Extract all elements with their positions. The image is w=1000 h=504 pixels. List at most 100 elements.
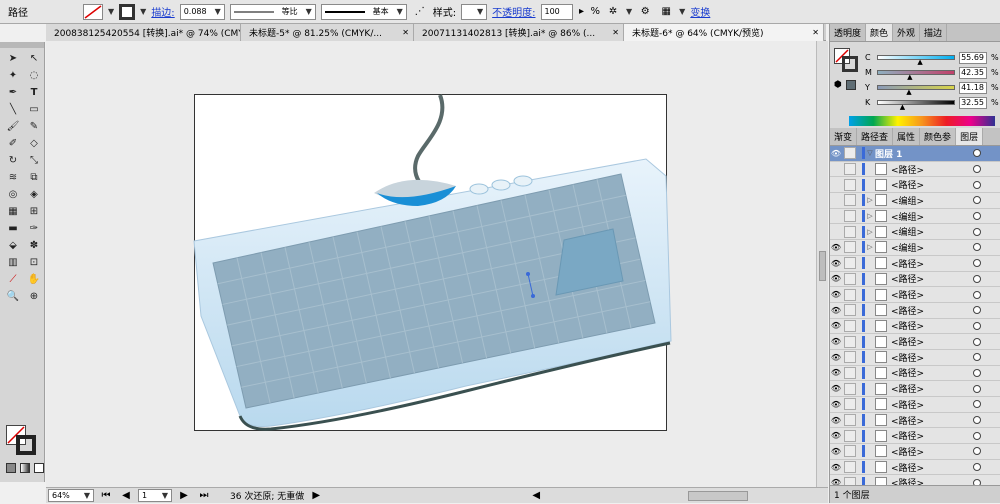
layer-row[interactable]: 👁 <路径>: [830, 381, 1000, 397]
blob-brush-tool-icon[interactable]: ✐: [4, 136, 22, 151]
slider-handle[interactable]: ▲: [917, 59, 922, 66]
lock-toggle[interactable]: [844, 288, 856, 301]
target-icon[interactable]: [973, 431, 981, 440]
layer-row[interactable]: 👁 <路径>: [830, 255, 1000, 272]
stroke-link[interactable]: 描边:: [151, 4, 174, 19]
canvas-area[interactable]: [46, 41, 816, 487]
lock-toggle[interactable]: [844, 210, 856, 223]
pencil-tool-icon[interactable]: ✎: [25, 119, 43, 134]
prev-page-icon[interactable]: ◀: [118, 488, 134, 504]
target-icon[interactable]: [973, 259, 981, 268]
eye-icon[interactable]: 👁: [830, 290, 842, 299]
recolor-icon[interactable]: ✲: [605, 4, 621, 20]
eye-icon[interactable]: 👁: [830, 416, 842, 425]
zoom-tool-icon[interactable]: 🔍: [4, 289, 22, 304]
gradient-mode-icon[interactable]: [20, 463, 30, 473]
column-graph-tool-icon[interactable]: ▥: [4, 255, 22, 270]
align-icon[interactable]: ▦: [658, 4, 674, 20]
target-icon[interactable]: [973, 243, 981, 252]
eye-icon[interactable]: 👁: [830, 353, 842, 362]
status-menu-icon[interactable]: ▶: [308, 488, 324, 504]
scale-tool-icon[interactable]: ⤡: [25, 153, 43, 168]
target-icon[interactable]: [973, 196, 981, 205]
transform-link[interactable]: 变换: [690, 4, 710, 19]
target-icon[interactable]: [973, 149, 981, 158]
mesh-tool-icon[interactable]: ⊞: [25, 204, 43, 219]
channel-value-field[interactable]: 41.18: [959, 81, 987, 94]
channel-slider[interactable]: ▲: [877, 55, 955, 66]
opacity-link[interactable]: 不透明度:: [492, 4, 535, 19]
eye-icon[interactable]: 👁: [830, 368, 842, 377]
lock-toggle[interactable]: [844, 319, 856, 332]
channel-value-field[interactable]: 42.35: [959, 66, 987, 79]
page-field[interactable]: 1 ▼: [138, 489, 172, 502]
next-page-icon[interactable]: ▶: [176, 488, 192, 504]
tab-gradient[interactable]: 渐变: [830, 128, 858, 145]
tab-stroke[interactable]: 描边: [920, 24, 948, 41]
expand-icon[interactable]: ▽: [865, 149, 875, 157]
zoom-field[interactable]: 64% ▼: [48, 489, 94, 502]
slice-tool-icon[interactable]: ⟋: [4, 272, 22, 287]
lock-toggle[interactable]: [844, 351, 856, 364]
fill-dropdown-icon[interactable]: ▼: [108, 7, 114, 16]
brush-options-icon[interactable]: ⋰: [412, 4, 428, 20]
lock-toggle[interactable]: [844, 398, 856, 411]
slider-handle[interactable]: ▲: [907, 74, 912, 81]
layer-row[interactable]: <路径>: [830, 177, 1000, 194]
layer-row[interactable]: 👁 <路径>: [830, 365, 1000, 382]
target-icon[interactable]: [973, 274, 981, 283]
layer-row[interactable]: ▷ <编组>: [830, 224, 1000, 241]
style-select[interactable]: ▼: [461, 3, 488, 20]
layer-row[interactable]: 👁 <路径>: [830, 287, 1000, 303]
first-page-icon[interactable]: ⏮: [98, 488, 114, 504]
gradient-tool-icon[interactable]: ▬: [4, 221, 22, 236]
layer-row[interactable]: 👁 <路径>: [830, 428, 1000, 445]
target-icon[interactable]: [973, 368, 981, 377]
layer-row[interactable]: 👁 <路径>: [830, 271, 1000, 288]
target-icon[interactable]: [973, 290, 981, 299]
color-mode-icon[interactable]: [6, 463, 16, 473]
target-icon[interactable]: [973, 384, 981, 393]
eyedropper-tool-icon[interactable]: ✑: [25, 221, 43, 236]
document-tab-active[interactable]: 未标题-6* @ 64% (CMYK/预览) ✕: [624, 24, 824, 41]
document-tab[interactable]: 未标题-5* @ 81.25% (CMYK/... ✕: [241, 24, 414, 41]
target-icon[interactable]: [973, 227, 981, 236]
expand-icon[interactable]: ▷: [865, 228, 875, 236]
target-icon[interactable]: [973, 447, 981, 456]
gear-icon[interactable]: ⚙: [637, 4, 653, 20]
target-icon[interactable]: [973, 212, 981, 221]
channel-value-field[interactable]: 32.55: [959, 96, 987, 109]
tab-transparency[interactable]: 透明度: [830, 24, 867, 41]
opacity-field[interactable]: 100: [540, 3, 573, 20]
lock-toggle[interactable]: [844, 445, 856, 458]
channel-slider[interactable]: ▲: [877, 100, 955, 111]
profile-select[interactable]: 等比 ▼: [229, 3, 316, 20]
target-icon[interactable]: [973, 463, 981, 472]
channel-slider[interactable]: ▲: [877, 70, 955, 81]
target-icon[interactable]: [973, 165, 981, 174]
horizontal-scrollbar[interactable]: [688, 490, 749, 501]
layer-row[interactable]: 👁 <路径>: [830, 459, 1000, 476]
lock-toggle[interactable]: [844, 382, 856, 395]
pen-tool-icon[interactable]: ✒: [4, 85, 22, 100]
fill-swatch[interactable]: [83, 3, 103, 20]
crosshair-icon[interactable]: ⊕: [25, 289, 43, 304]
channel-slider[interactable]: ▲: [877, 85, 955, 96]
tab-color-guide[interactable]: 颜色参: [920, 128, 957, 145]
live-paint-tool-icon[interactable]: ◈: [25, 187, 43, 202]
stroke-swatch[interactable]: [119, 3, 136, 20]
scroll-thumb[interactable]: [819, 251, 826, 281]
target-icon[interactable]: [973, 337, 981, 346]
lock-toggle[interactable]: [844, 272, 856, 285]
close-icon[interactable]: ✕: [812, 28, 819, 37]
color-spectrum[interactable]: [849, 116, 995, 126]
lasso-tool-icon[interactable]: ◌: [25, 68, 43, 83]
type-tool-icon[interactable]: T: [25, 85, 43, 100]
lock-toggle[interactable]: [844, 461, 856, 474]
slider-handle[interactable]: ▲: [900, 104, 905, 111]
stroke-indicator[interactable]: [16, 435, 36, 455]
tab-appearance[interactable]: 外观: [893, 24, 921, 41]
eye-icon[interactable]: 👁: [830, 337, 842, 346]
lock-toggle[interactable]: [844, 429, 856, 442]
paintbrush-tool-icon[interactable]: 🖌: [4, 119, 22, 134]
